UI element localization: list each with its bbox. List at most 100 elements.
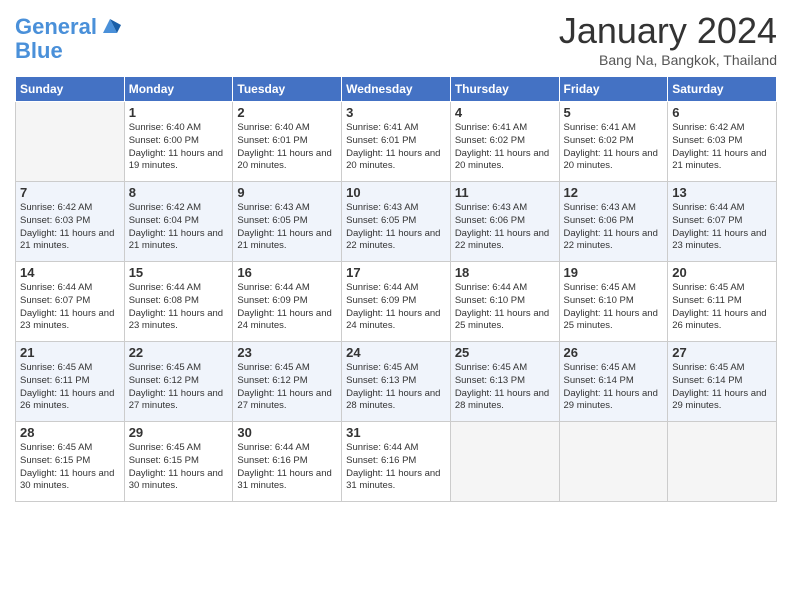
month-title: January 2024: [559, 10, 777, 52]
cell-info: Sunrise: 6:44 AMSunset: 6:16 PMDaylight:…: [237, 442, 331, 491]
calendar-cell: 14 Sunrise: 6:44 AMSunset: 6:07 PMDaylig…: [16, 262, 125, 342]
day-number: 10: [346, 185, 446, 200]
calendar-body: 1 Sunrise: 6:40 AMSunset: 6:00 PMDayligh…: [16, 102, 777, 502]
cell-info: Sunrise: 6:45 AMSunset: 6:15 PMDaylight:…: [129, 442, 223, 491]
calendar-cell: 4 Sunrise: 6:41 AMSunset: 6:02 PMDayligh…: [450, 102, 559, 182]
calendar-week-row: 14 Sunrise: 6:44 AMSunset: 6:07 PMDaylig…: [16, 262, 777, 342]
page-container: General Blue January 2024 Bang Na, Bangk…: [0, 0, 792, 507]
location: Bang Na, Bangkok, Thailand: [559, 52, 777, 68]
cell-info: Sunrise: 6:44 AMSunset: 6:07 PMDaylight:…: [672, 202, 766, 251]
calendar-cell: 2 Sunrise: 6:40 AMSunset: 6:01 PMDayligh…: [233, 102, 342, 182]
cell-info: Sunrise: 6:45 AMSunset: 6:13 PMDaylight:…: [346, 362, 440, 411]
day-number: 30: [237, 425, 337, 440]
calendar-cell: 15 Sunrise: 6:44 AMSunset: 6:08 PMDaylig…: [124, 262, 233, 342]
logo-text: General: [15, 15, 97, 39]
day-number: 31: [346, 425, 446, 440]
calendar-cell: 5 Sunrise: 6:41 AMSunset: 6:02 PMDayligh…: [559, 102, 668, 182]
calendar-day-header: Friday: [559, 77, 668, 102]
calendar-day-header: Saturday: [668, 77, 777, 102]
cell-info: Sunrise: 6:40 AMSunset: 6:00 PMDaylight:…: [129, 122, 223, 171]
day-number: 7: [20, 185, 120, 200]
calendar-week-row: 21 Sunrise: 6:45 AMSunset: 6:11 PMDaylig…: [16, 342, 777, 422]
cell-info: Sunrise: 6:44 AMSunset: 6:16 PMDaylight:…: [346, 442, 440, 491]
calendar-cell: 9 Sunrise: 6:43 AMSunset: 6:05 PMDayligh…: [233, 182, 342, 262]
day-number: 1: [129, 105, 229, 120]
cell-info: Sunrise: 6:45 AMSunset: 6:12 PMDaylight:…: [237, 362, 331, 411]
day-number: 25: [455, 345, 555, 360]
cell-info: Sunrise: 6:40 AMSunset: 6:01 PMDaylight:…: [237, 122, 331, 171]
day-number: 21: [20, 345, 120, 360]
calendar-cell: 11 Sunrise: 6:43 AMSunset: 6:06 PMDaylig…: [450, 182, 559, 262]
calendar-cell: 13 Sunrise: 6:44 AMSunset: 6:07 PMDaylig…: [668, 182, 777, 262]
calendar-day-header: Thursday: [450, 77, 559, 102]
calendar-week-row: 1 Sunrise: 6:40 AMSunset: 6:00 PMDayligh…: [16, 102, 777, 182]
day-number: 6: [672, 105, 772, 120]
day-number: 5: [564, 105, 664, 120]
day-number: 2: [237, 105, 337, 120]
day-number: 26: [564, 345, 664, 360]
calendar-cell: 18 Sunrise: 6:44 AMSunset: 6:10 PMDaylig…: [450, 262, 559, 342]
calendar-cell: 12 Sunrise: 6:43 AMSunset: 6:06 PMDaylig…: [559, 182, 668, 262]
day-number: 18: [455, 265, 555, 280]
cell-info: Sunrise: 6:41 AMSunset: 6:02 PMDaylight:…: [564, 122, 658, 171]
day-number: 17: [346, 265, 446, 280]
calendar-cell: 3 Sunrise: 6:41 AMSunset: 6:01 PMDayligh…: [342, 102, 451, 182]
calendar-cell: [450, 422, 559, 502]
day-number: 9: [237, 185, 337, 200]
cell-info: Sunrise: 6:43 AMSunset: 6:06 PMDaylight:…: [564, 202, 658, 251]
cell-info: Sunrise: 6:43 AMSunset: 6:06 PMDaylight:…: [455, 202, 549, 251]
calendar-cell: 16 Sunrise: 6:44 AMSunset: 6:09 PMDaylig…: [233, 262, 342, 342]
logo: General Blue: [15, 15, 121, 63]
day-number: 14: [20, 265, 120, 280]
cell-info: Sunrise: 6:44 AMSunset: 6:10 PMDaylight:…: [455, 282, 549, 331]
calendar-cell: 26 Sunrise: 6:45 AMSunset: 6:14 PMDaylig…: [559, 342, 668, 422]
day-number: 24: [346, 345, 446, 360]
cell-info: Sunrise: 6:45 AMSunset: 6:10 PMDaylight:…: [564, 282, 658, 331]
calendar-cell: 10 Sunrise: 6:43 AMSunset: 6:05 PMDaylig…: [342, 182, 451, 262]
cell-info: Sunrise: 6:42 AMSunset: 6:04 PMDaylight:…: [129, 202, 223, 251]
day-number: 15: [129, 265, 229, 280]
cell-info: Sunrise: 6:44 AMSunset: 6:07 PMDaylight:…: [20, 282, 114, 331]
cell-info: Sunrise: 6:45 AMSunset: 6:11 PMDaylight:…: [20, 362, 114, 411]
day-number: 13: [672, 185, 772, 200]
title-block: January 2024 Bang Na, Bangkok, Thailand: [559, 10, 777, 68]
day-number: 27: [672, 345, 772, 360]
cell-info: Sunrise: 6:45 AMSunset: 6:15 PMDaylight:…: [20, 442, 114, 491]
day-number: 4: [455, 105, 555, 120]
day-number: 28: [20, 425, 120, 440]
calendar-cell: 22 Sunrise: 6:45 AMSunset: 6:12 PMDaylig…: [124, 342, 233, 422]
day-number: 29: [129, 425, 229, 440]
cell-info: Sunrise: 6:44 AMSunset: 6:08 PMDaylight:…: [129, 282, 223, 331]
calendar-cell: 19 Sunrise: 6:45 AMSunset: 6:10 PMDaylig…: [559, 262, 668, 342]
calendar-header-row: SundayMondayTuesdayWednesdayThursdayFrid…: [16, 77, 777, 102]
cell-info: Sunrise: 6:45 AMSunset: 6:14 PMDaylight:…: [564, 362, 658, 411]
calendar-day-header: Wednesday: [342, 77, 451, 102]
cell-info: Sunrise: 6:44 AMSunset: 6:09 PMDaylight:…: [346, 282, 440, 331]
calendar-cell: 25 Sunrise: 6:45 AMSunset: 6:13 PMDaylig…: [450, 342, 559, 422]
calendar-cell: 28 Sunrise: 6:45 AMSunset: 6:15 PMDaylig…: [16, 422, 125, 502]
calendar-day-header: Tuesday: [233, 77, 342, 102]
day-number: 19: [564, 265, 664, 280]
calendar-cell: 6 Sunrise: 6:42 AMSunset: 6:03 PMDayligh…: [668, 102, 777, 182]
calendar-cell: 17 Sunrise: 6:44 AMSunset: 6:09 PMDaylig…: [342, 262, 451, 342]
calendar-cell: 31 Sunrise: 6:44 AMSunset: 6:16 PMDaylig…: [342, 422, 451, 502]
cell-info: Sunrise: 6:41 AMSunset: 6:01 PMDaylight:…: [346, 122, 440, 171]
cell-info: Sunrise: 6:41 AMSunset: 6:02 PMDaylight:…: [455, 122, 549, 171]
day-number: 8: [129, 185, 229, 200]
calendar-table: SundayMondayTuesdayWednesdayThursdayFrid…: [15, 76, 777, 502]
calendar-cell: [16, 102, 125, 182]
calendar-cell: 8 Sunrise: 6:42 AMSunset: 6:04 PMDayligh…: [124, 182, 233, 262]
calendar-cell: 27 Sunrise: 6:45 AMSunset: 6:14 PMDaylig…: [668, 342, 777, 422]
calendar-day-header: Sunday: [16, 77, 125, 102]
day-number: 20: [672, 265, 772, 280]
calendar-cell: 20 Sunrise: 6:45 AMSunset: 6:11 PMDaylig…: [668, 262, 777, 342]
day-number: 22: [129, 345, 229, 360]
cell-info: Sunrise: 6:43 AMSunset: 6:05 PMDaylight:…: [237, 202, 331, 251]
cell-info: Sunrise: 6:42 AMSunset: 6:03 PMDaylight:…: [672, 122, 766, 171]
cell-info: Sunrise: 6:45 AMSunset: 6:13 PMDaylight:…: [455, 362, 549, 411]
cell-info: Sunrise: 6:42 AMSunset: 6:03 PMDaylight:…: [20, 202, 114, 251]
calendar-cell: 23 Sunrise: 6:45 AMSunset: 6:12 PMDaylig…: [233, 342, 342, 422]
day-number: 12: [564, 185, 664, 200]
calendar-cell: 1 Sunrise: 6:40 AMSunset: 6:00 PMDayligh…: [124, 102, 233, 182]
cell-info: Sunrise: 6:43 AMSunset: 6:05 PMDaylight:…: [346, 202, 440, 251]
